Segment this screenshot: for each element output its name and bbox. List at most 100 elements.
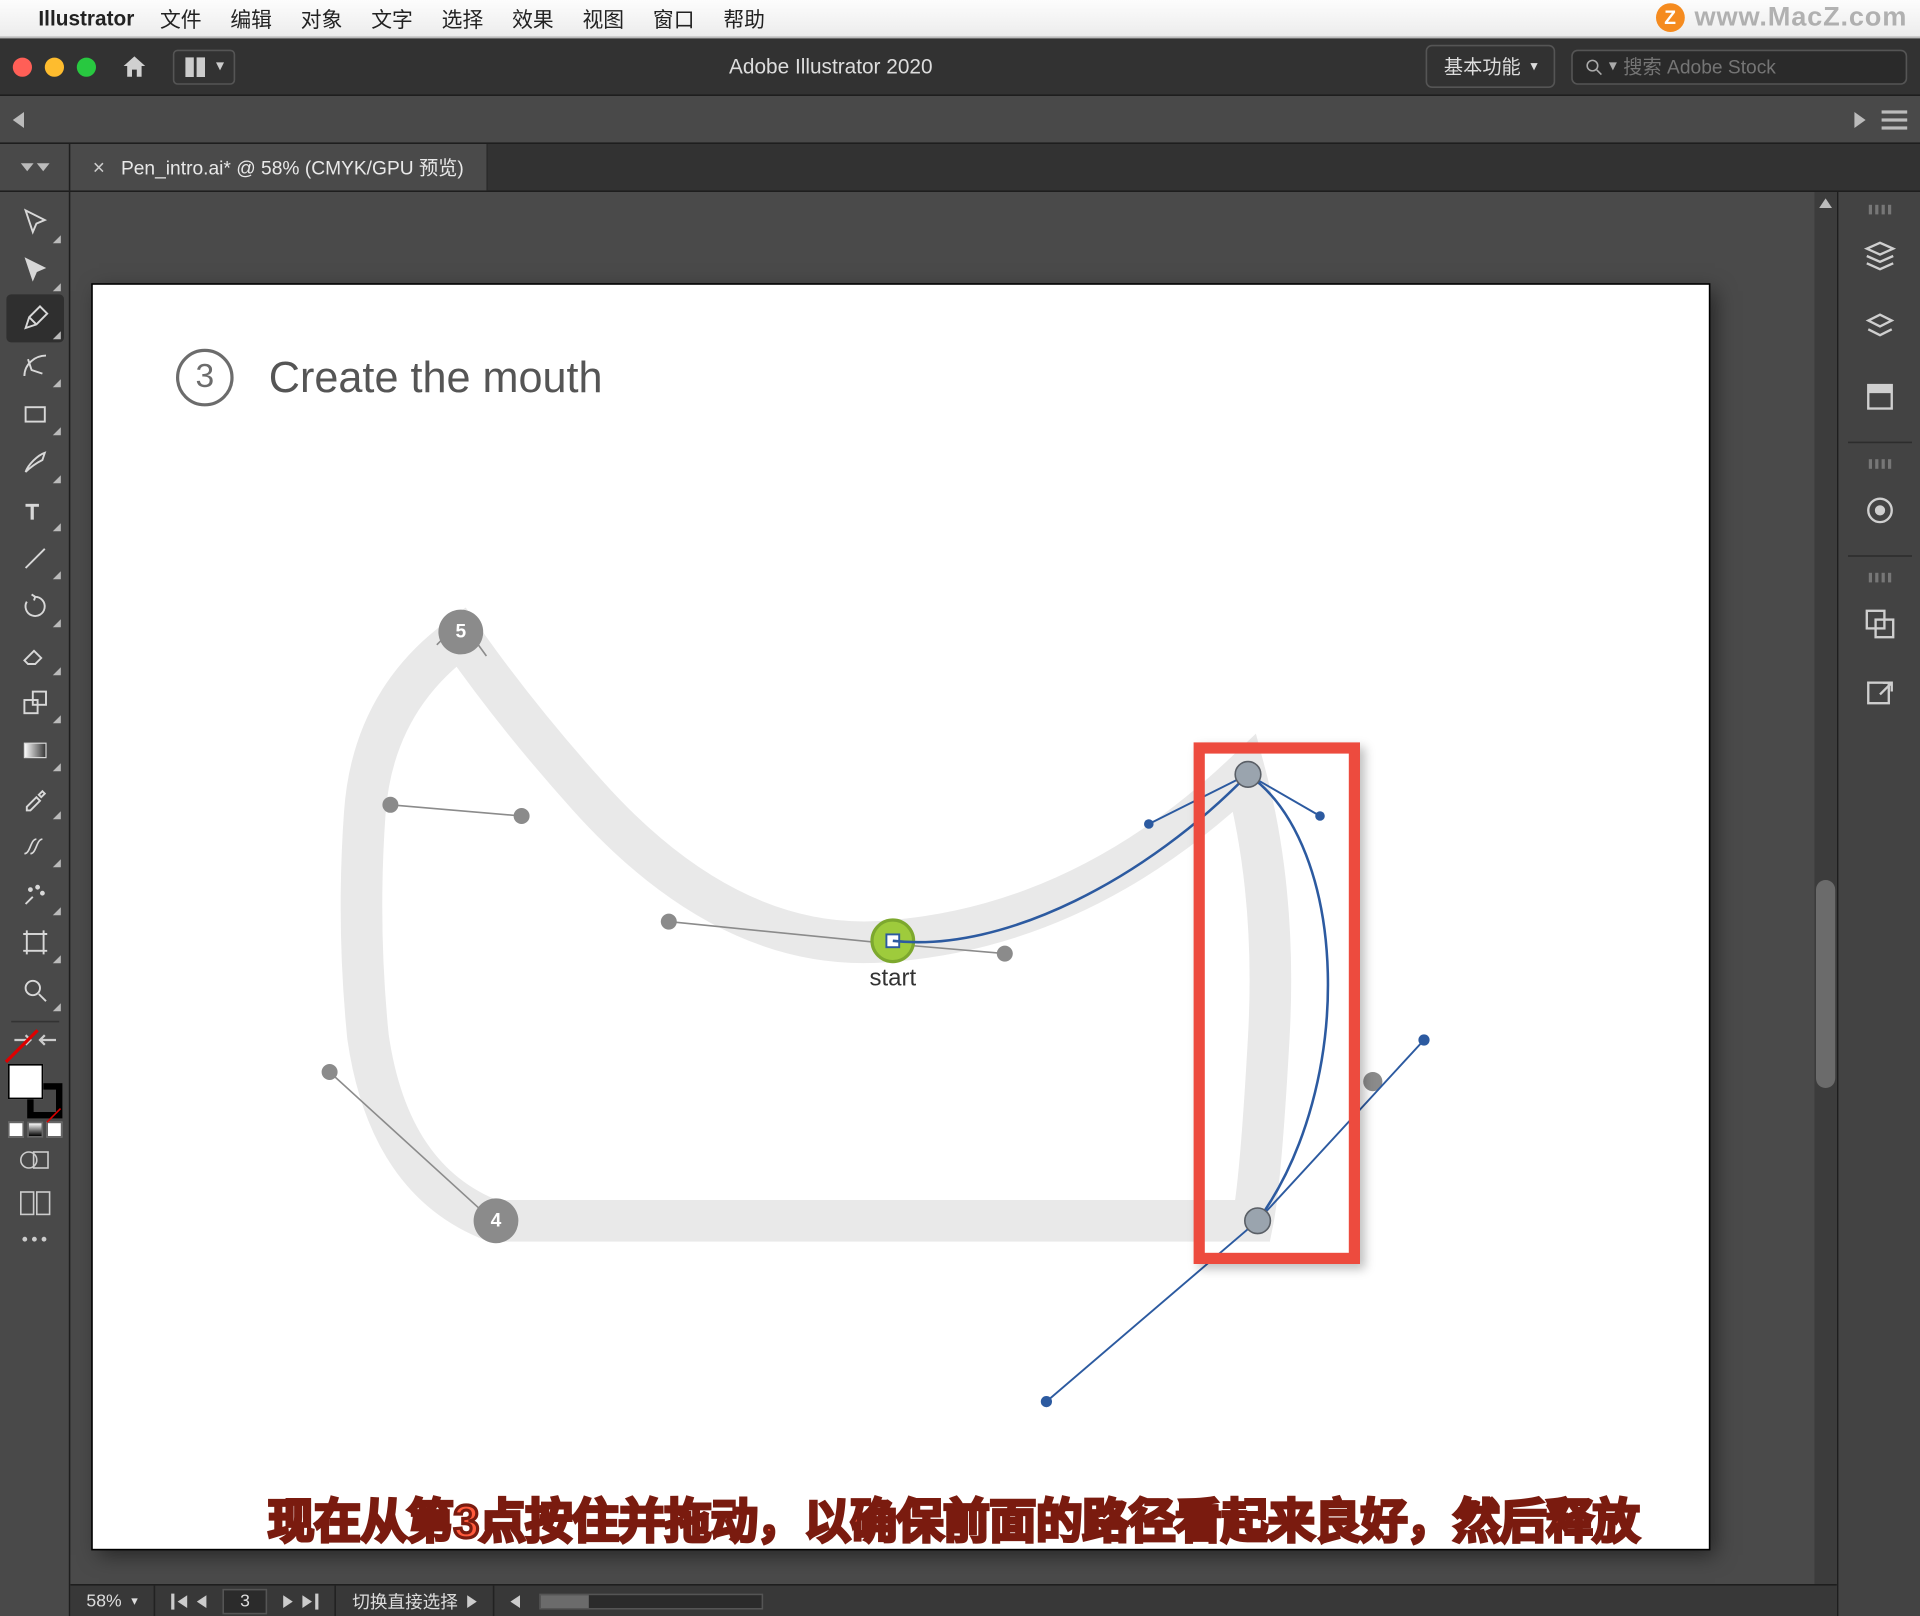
svg-text:T: T xyxy=(25,499,38,524)
zoom-level[interactable]: 58% ▾ xyxy=(70,1586,155,1616)
menu-help[interactable]: 帮助 xyxy=(723,3,765,33)
status-mode[interactable]: 切换直接选择 xyxy=(336,1586,494,1616)
eyedropper-tool[interactable] xyxy=(6,774,64,822)
workspace-selector-label: 基本功能 xyxy=(1444,53,1521,80)
control-bar-menu-icon[interactable] xyxy=(1882,110,1908,129)
menu-select[interactable]: 选择 xyxy=(442,3,484,33)
control-bar-prev-icon[interactable] xyxy=(13,111,24,127)
artboard[interactable]: 3 Create the mouth xyxy=(93,285,1709,1549)
watermark-text: www.MacZ.com xyxy=(1695,2,1908,34)
chevron-down-icon: ▾ xyxy=(131,1594,137,1608)
illustrator-window: ▾ Adobe Illustrator 2020 基本功能 ▾ ▾ × Pen_… xyxy=(0,38,1920,1616)
menu-effect[interactable]: 效果 xyxy=(512,3,554,33)
asset-export-panel-icon[interactable] xyxy=(1847,592,1911,656)
right-panel-dock xyxy=(1837,192,1920,1616)
app-name[interactable]: Illustrator xyxy=(38,6,134,30)
zoom-tool[interactable] xyxy=(6,966,64,1014)
home-icon[interactable] xyxy=(118,52,150,81)
edit-toolbar-icon[interactable] xyxy=(22,1237,46,1242)
gradient-tool[interactable] xyxy=(6,726,64,774)
rectangle-tool[interactable] xyxy=(6,390,64,438)
control-bar xyxy=(0,96,1920,144)
chevron-down-icon: ▾ xyxy=(1530,58,1537,76)
rotate-tool[interactable] xyxy=(6,582,64,630)
badge-5: 5 xyxy=(455,622,466,643)
panel-grip-icon[interactable] xyxy=(1855,205,1903,215)
draw-mode-toggle[interactable] xyxy=(18,1147,50,1181)
horizontal-scrollbar[interactable] xyxy=(495,1586,780,1616)
properties-panel-icon[interactable] xyxy=(1847,224,1911,288)
menu-edit[interactable]: 编辑 xyxy=(230,3,272,33)
draw-mode-icons[interactable] xyxy=(7,1122,61,1138)
close-tab-icon[interactable]: × xyxy=(93,155,105,179)
search-stock-field[interactable]: ▾ xyxy=(1571,49,1907,84)
nav-first-icon[interactable] xyxy=(171,1593,187,1609)
window-traffic-lights xyxy=(13,57,96,76)
menu-window[interactable]: 窗口 xyxy=(653,3,695,33)
window-title: Adobe Illustrator 2020 xyxy=(235,54,1426,78)
document-tab-label: Pen_intro.ai* @ 58% (CMYK/GPU 预览) xyxy=(121,154,464,181)
control-bar-next-icon[interactable] xyxy=(1854,111,1865,127)
scale-tool[interactable] xyxy=(6,678,64,726)
nav-next-icon[interactable] xyxy=(283,1594,293,1607)
eraser-tool[interactable] xyxy=(6,630,64,678)
document-tab-row: × Pen_intro.ai* @ 58% (CMYK/GPU 预览) xyxy=(0,144,1920,192)
workspace-selector[interactable]: 基本功能 ▾ xyxy=(1426,45,1555,88)
document-tab[interactable]: × Pen_intro.ai* @ 58% (CMYK/GPU 预览) xyxy=(70,144,487,190)
highlight-annotation-box xyxy=(1194,742,1360,1264)
status-mode-arrow-icon xyxy=(467,1594,477,1607)
fill-swatch[interactable] xyxy=(7,1064,42,1099)
scrollbar-thumb[interactable] xyxy=(1816,880,1835,1088)
artboard-viewport[interactable]: 3 Create the mouth xyxy=(70,192,1836,1584)
panel-grip-icon[interactable] xyxy=(1855,573,1903,583)
window-titlebar: ▾ Adobe Illustrator 2020 基本功能 ▾ ▾ xyxy=(0,38,1920,96)
hscroll-track[interactable] xyxy=(539,1593,763,1609)
line-tool[interactable] xyxy=(6,534,64,582)
tutorial-caption: 现在从第3点按住并拖动，以确保前面的路径看起来良好，然后释放 xyxy=(70,1485,1836,1552)
status-mode-label: 切换直接选择 xyxy=(352,1588,458,1614)
nav-last-icon[interactable] xyxy=(303,1593,319,1609)
layers-panel-icon[interactable] xyxy=(1847,294,1911,358)
menu-object[interactable]: 对象 xyxy=(301,3,343,33)
export-panel-icon[interactable] xyxy=(1847,662,1911,726)
tutorial-drawing: 5 4 start xyxy=(93,285,1709,1549)
selection-tool[interactable] xyxy=(6,198,64,246)
artboard-tool[interactable] xyxy=(6,918,64,966)
color-mode-icon[interactable] xyxy=(7,1122,23,1138)
curvature-tool[interactable] xyxy=(6,342,64,390)
nav-prev-icon[interactable] xyxy=(197,1594,207,1607)
arrange-documents-dropdown[interactable]: ▾ xyxy=(173,49,235,84)
menu-text[interactable]: 文字 xyxy=(371,3,413,33)
libraries-panel-icon[interactable] xyxy=(1847,365,1911,429)
badge-4: 4 xyxy=(491,1210,502,1231)
vertical-scrollbar[interactable] xyxy=(1814,192,1836,1584)
gradient-mode-icon[interactable] xyxy=(26,1122,42,1138)
panel-grip-icon[interactable] xyxy=(1855,459,1903,469)
search-stock-input[interactable] xyxy=(1623,55,1893,77)
pen-tool[interactable] xyxy=(6,294,64,342)
type-tool[interactable]: T xyxy=(6,486,64,534)
scroll-up-icon[interactable] xyxy=(1818,195,1834,211)
tools-collapse-toggle[interactable] xyxy=(0,144,70,190)
tool-separator xyxy=(10,1021,58,1023)
none-mode-icon[interactable] xyxy=(46,1122,62,1138)
close-window-button[interactable] xyxy=(13,57,32,76)
artboard-navigator: 3 xyxy=(155,1586,336,1616)
menu-file[interactable]: 文件 xyxy=(160,3,202,33)
artboard-index[interactable]: 3 xyxy=(222,1588,267,1614)
blend-tool[interactable] xyxy=(6,822,64,870)
workspace-body: T xyxy=(0,192,1920,1616)
start-label: start xyxy=(869,965,916,992)
direct-selection-tool[interactable] xyxy=(6,246,64,294)
minimize-window-button[interactable] xyxy=(45,57,64,76)
symbol-sprayer-tool[interactable] xyxy=(6,870,64,918)
fill-stroke-swatches[interactable] xyxy=(7,1064,61,1118)
paintbrush-tool[interactable] xyxy=(6,438,64,486)
hscroll-thumb[interactable] xyxy=(541,1594,589,1607)
recolor-artwork-panel-icon[interactable] xyxy=(1847,478,1911,542)
menu-view[interactable]: 视图 xyxy=(583,3,625,33)
zoom-window-button[interactable] xyxy=(77,57,96,76)
hscroll-left-icon[interactable] xyxy=(511,1594,521,1607)
status-bar: 58% ▾ 3 切换直接选择 xyxy=(70,1584,1836,1616)
perspective-grid-icon[interactable] xyxy=(18,1190,50,1224)
